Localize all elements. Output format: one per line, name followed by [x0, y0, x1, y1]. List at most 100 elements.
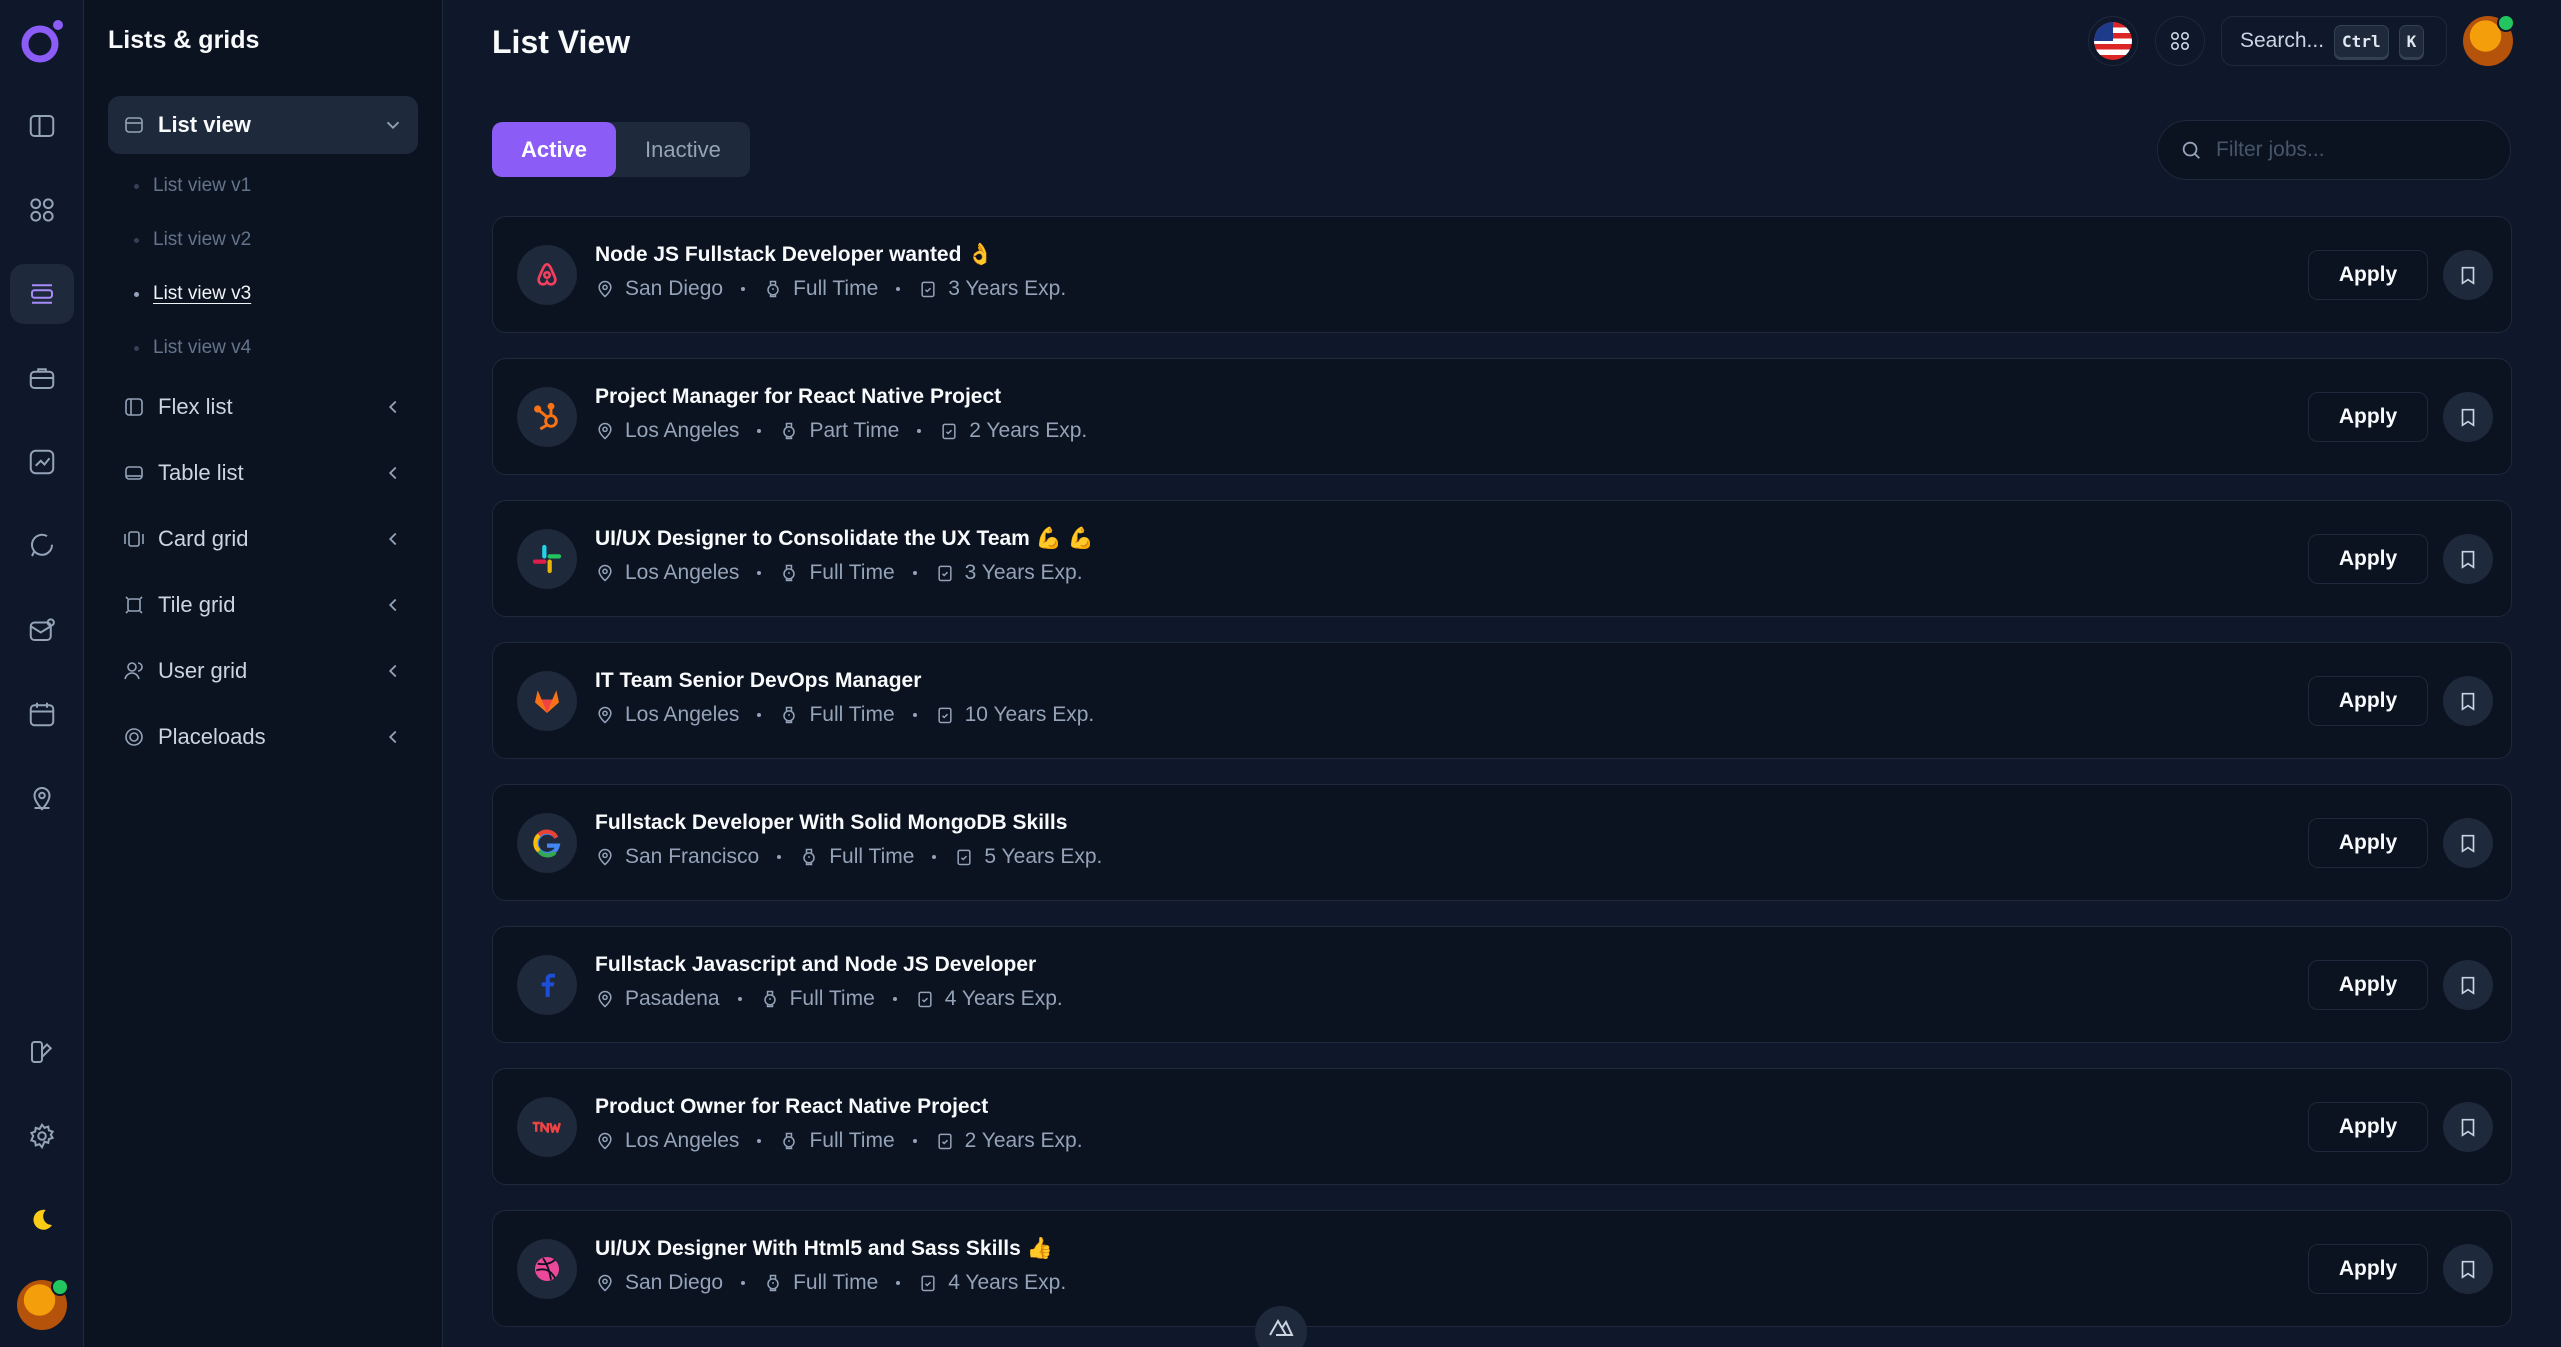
clipboard-check-icon: [957, 849, 972, 866]
location-pin-icon: [598, 1132, 612, 1150]
chat-icon[interactable]: [10, 516, 74, 576]
dashboard-icon[interactable]: [10, 180, 74, 240]
submenu-item-list-view-v3[interactable]: List view v3: [134, 283, 251, 305]
theme-toggle-icon[interactable]: [10, 1190, 74, 1250]
apply-button[interactable]: Apply: [2308, 818, 2428, 868]
separator-dot: [741, 1281, 746, 1285]
apply-button[interactable]: Apply: [2308, 1102, 2428, 1152]
map-pin-icon[interactable]: [10, 768, 74, 828]
submenu-label: List view v2: [153, 229, 252, 250]
bookmark-button[interactable]: [2443, 392, 2493, 442]
bookmark-button[interactable]: [2443, 1244, 2493, 1294]
clipboard-check-icon: [938, 565, 952, 582]
chart-icon[interactable]: [10, 432, 74, 492]
bookmark-button[interactable]: [2443, 534, 2493, 584]
menu-item-list-view[interactable]: List view: [108, 96, 418, 154]
job-experience: 4 Years Exp.: [944, 987, 1063, 1010]
calendar-icon[interactable]: [10, 684, 74, 744]
user-grid-icon: [124, 662, 143, 680]
separator-dot: [912, 1139, 917, 1143]
watch-icon: [783, 422, 796, 440]
user-avatar[interactable]: [17, 1278, 69, 1330]
menu-item-user-grid[interactable]: User grid: [108, 642, 418, 700]
dribbble-logo-icon: [517, 1239, 577, 1299]
app-logo[interactable]: [16, 16, 68, 68]
bullet-dot: [134, 183, 139, 189]
apps-button[interactable]: [2155, 16, 2205, 66]
customize-icon[interactable]: [10, 1022, 74, 1082]
apply-button[interactable]: Apply: [2308, 676, 2428, 726]
tab-active[interactable]: Active: [492, 122, 617, 177]
table-list-icon: [125, 466, 143, 480]
placeloads-icon: [125, 728, 143, 746]
job-title: IT Team Senior DevOps Manager: [595, 669, 922, 692]
submenu-item-list-view-v4[interactable]: List view v4: [134, 337, 251, 359]
job-title: Node JS Fullstack Developer wanted 👌: [595, 243, 994, 266]
menu-item-label: Tile grid: [158, 592, 236, 617]
menu-item-placeloads[interactable]: Placeloads: [108, 708, 418, 766]
menu-item-label: Card grid: [158, 526, 249, 551]
language-button[interactable]: [2088, 16, 2138, 66]
job-meta: Los Angeles Full Time 3 Years Exp.: [595, 561, 1083, 585]
submenu-item-list-view-v2[interactable]: List view v2: [134, 229, 251, 251]
job-meta: Los Angeles Full Time 10 Years Exp.: [595, 703, 1094, 727]
settings-icon[interactable]: [10, 1106, 74, 1166]
chevron-left-icon: [388, 598, 397, 612]
filter-jobs-input[interactable]: [2216, 138, 2476, 162]
job-type: Full Time: [829, 845, 915, 868]
bookmark-button[interactable]: [2443, 960, 2493, 1010]
clipboard-check-icon: [918, 991, 932, 1008]
watch-icon: [783, 564, 796, 582]
job-type: Full Time: [793, 1271, 879, 1294]
tab-inactive[interactable]: Inactive: [616, 122, 750, 177]
clipboard-check-icon: [938, 1133, 952, 1150]
menu-item-card-grid[interactable]: Card grid: [108, 510, 418, 568]
profile-avatar[interactable]: [2463, 14, 2515, 66]
bookmark-button[interactable]: [2443, 818, 2493, 868]
global-search-button[interactable]: Search... Ctrl K: [2221, 16, 2447, 66]
separator-dot: [777, 855, 782, 859]
apply-button[interactable]: Apply: [2308, 1244, 2428, 1294]
bullet-dot: [134, 291, 139, 297]
separator-dot: [932, 855, 937, 859]
job-type: Full Time: [789, 987, 875, 1010]
job-title: Product Owner for React Native Project: [595, 1095, 989, 1118]
k-key-hint: K: [2398, 24, 2425, 58]
apply-button[interactable]: Apply: [2308, 960, 2428, 1010]
bookmark-button[interactable]: [2443, 250, 2493, 300]
clipboard-check-icon: [921, 281, 935, 298]
watch-icon: [783, 706, 796, 724]
chevron-left-icon: [388, 532, 397, 546]
job-meta: Pasadena Full Time 4 Years Exp.: [595, 987, 1063, 1011]
apply-button[interactable]: Apply: [2308, 392, 2428, 442]
job-experience: 4 Years Exp.: [948, 1271, 1067, 1294]
list-view-icon: [125, 117, 143, 133]
separator-dot: [737, 997, 742, 1001]
sidebar-title: Lists & grids: [108, 26, 260, 54]
search-icon: [2182, 141, 2200, 159]
submenu-label: List view v4: [153, 337, 252, 358]
menu-item-flex-list[interactable]: Flex list: [108, 378, 418, 436]
menu-item-table-list[interactable]: Table list: [108, 444, 418, 502]
filter-jobs-field[interactable]: [2157, 120, 2511, 180]
sidebar-toggle-icon[interactable]: [10, 96, 74, 156]
location-pin-icon: [598, 848, 612, 866]
inbox-icon[interactable]: [10, 600, 74, 660]
ctrl-key-hint: Ctrl: [2334, 24, 2389, 58]
submenu-item-list-view-v1[interactable]: List view v1: [134, 175, 251, 197]
job-title: UI/UX Designer to Consolidate the UX Tea…: [595, 527, 1094, 550]
watch-icon: [763, 990, 776, 1008]
apply-button[interactable]: Apply: [2308, 250, 2428, 300]
apply-button[interactable]: Apply: [2308, 534, 2428, 584]
location-pin-icon: [598, 1274, 612, 1292]
lists-icon[interactable]: [10, 264, 74, 324]
briefcase-icon[interactable]: [10, 348, 74, 408]
separator-dot: [912, 713, 917, 717]
menu-item-tile-grid[interactable]: Tile grid: [108, 576, 418, 634]
bookmark-button[interactable]: [2443, 676, 2493, 726]
bookmark-icon: [2461, 976, 2475, 995]
menu-item-label: List view: [158, 112, 251, 137]
slack-logo-icon: [517, 529, 577, 589]
tile-grid-icon: [125, 596, 143, 614]
bookmark-button[interactable]: [2443, 1102, 2493, 1152]
